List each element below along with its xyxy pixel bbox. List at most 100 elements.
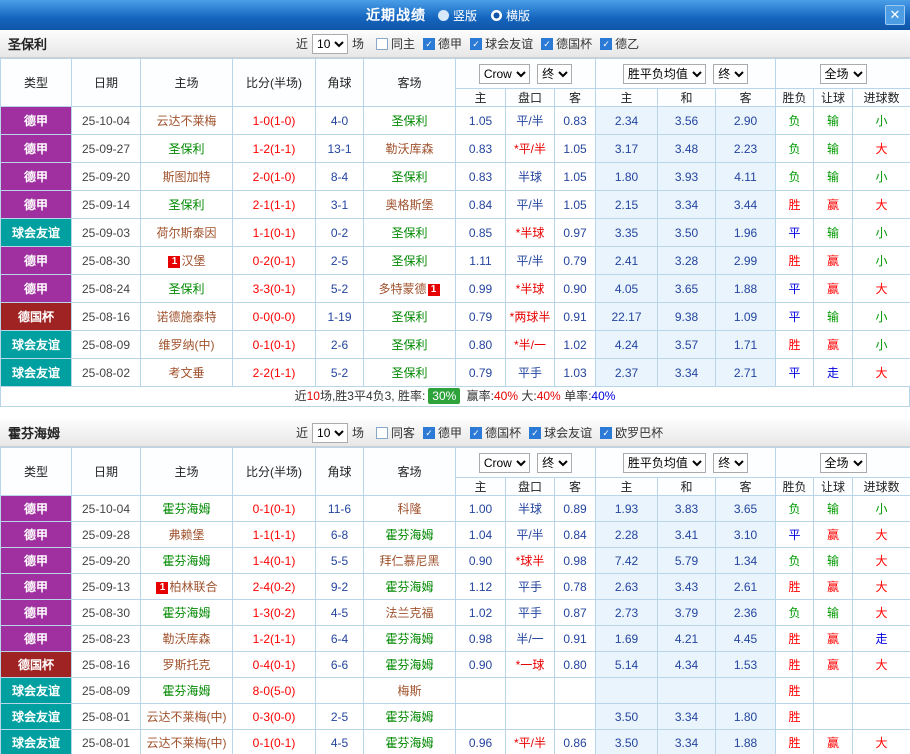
team-link[interactable]: 罗斯托克 bbox=[162, 658, 210, 672]
window-title: 近期战绩 bbox=[365, 7, 426, 23]
odds-source-select[interactable]: Crow bbox=[478, 452, 530, 473]
cover-cell: 输 bbox=[813, 218, 854, 247]
league-cell: 德甲 bbox=[0, 625, 72, 652]
match-count-select[interactable]: 10 bbox=[312, 422, 349, 443]
score-cell: 1-0(1-0) bbox=[232, 106, 316, 135]
final-odds-select[interactable]: 终 bbox=[537, 452, 573, 473]
avg-draw-cell: 4.34 bbox=[657, 651, 716, 678]
final-odds-select[interactable]: 终 bbox=[537, 63, 573, 84]
team-link[interactable]: 霍芬海姆 bbox=[162, 606, 210, 620]
checkbox-icon[interactable]: ✓ bbox=[423, 37, 436, 50]
close-icon[interactable]: ✕ bbox=[885, 5, 905, 25]
checkbox-icon[interactable] bbox=[376, 37, 389, 50]
team-link[interactable]: 维罗纳(中) bbox=[159, 338, 215, 352]
checkbox-icon[interactable]: ✓ bbox=[470, 37, 483, 50]
radio-icon[interactable] bbox=[437, 9, 449, 21]
final-avg-select[interactable]: 终 bbox=[713, 452, 749, 473]
team-link[interactable]: 霍芬海姆 bbox=[385, 528, 433, 542]
team-link[interactable]: 圣保利 bbox=[391, 254, 427, 268]
filter-checkbox[interactable]: ✓ 欧罗巴杯 bbox=[600, 424, 663, 441]
team-link[interactable]: 圣保利 bbox=[391, 226, 427, 240]
avg-draw-cell: 3.41 bbox=[657, 521, 716, 548]
filter-checkbox[interactable]: 同主 bbox=[376, 35, 415, 52]
games-label: 场 bbox=[352, 426, 365, 440]
team-link[interactable]: 圣保利 bbox=[168, 198, 204, 212]
team-link[interactable]: 科隆 bbox=[397, 502, 421, 516]
away-team-cell: 圣保利 bbox=[363, 358, 456, 387]
team-link[interactable]: 荷尔斯泰因 bbox=[156, 226, 216, 240]
filter-checkbox[interactable]: ✓ 球会友谊 bbox=[470, 35, 533, 52]
team-link[interactable]: 圣保利 bbox=[391, 310, 427, 324]
scope-select[interactable]: 全场 bbox=[819, 63, 867, 84]
handicap-cell: *球半 bbox=[505, 547, 555, 574]
team-link[interactable]: 汉堡 bbox=[181, 254, 205, 268]
team-link[interactable]: 诺德施泰特 bbox=[156, 310, 216, 324]
team-link[interactable]: 霍芬海姆 bbox=[162, 684, 210, 698]
team-link[interactable]: 圣保利 bbox=[391, 170, 427, 184]
final-avg-select[interactable]: 终 bbox=[713, 63, 749, 84]
filter-checkbox[interactable]: ✓ 德甲 bbox=[423, 424, 462, 441]
avg-odds-select[interactable]: 胜平负均值 bbox=[622, 452, 706, 473]
team-link[interactable]: 圣保利 bbox=[168, 282, 204, 296]
col-subheader: 盘口 bbox=[505, 88, 555, 107]
col-subheader: 进球数 bbox=[852, 88, 910, 107]
league-cell: 德甲 bbox=[0, 190, 72, 219]
team-link[interactable]: 勒沃库森 bbox=[162, 632, 210, 646]
filter-checkbox[interactable]: 同客 bbox=[376, 424, 415, 441]
match-table: 类型 日期 主场 比分(半场) 角球 客场 Crow 终 胜平负均值 终 全场 … bbox=[0, 58, 910, 387]
team-link[interactable]: 霍芬海姆 bbox=[162, 502, 210, 516]
odds-away-cell: 0.89 bbox=[554, 495, 596, 522]
avg-home-cell: 5.14 bbox=[595, 651, 658, 678]
checkbox-icon[interactable]: ✓ bbox=[529, 426, 542, 439]
date-cell: 25-09-03 bbox=[71, 218, 141, 247]
team-link[interactable]: 圣保利 bbox=[391, 338, 427, 352]
checkbox-icon[interactable]: ✓ bbox=[541, 37, 554, 50]
away-team-cell: 圣保利 bbox=[363, 330, 456, 359]
team-link[interactable]: 圣保利 bbox=[391, 114, 427, 128]
team-link[interactable]: 霍芬海姆 bbox=[385, 736, 433, 750]
odds-home-cell: 1.02 bbox=[455, 599, 506, 626]
match-row: 德甲 25-09-20 斯图加特 2-0(1-0) 8-4 圣保利 0.83 半球 1.05 1.… bbox=[0, 162, 910, 191]
checkbox-icon[interactable]: ✓ bbox=[423, 426, 436, 439]
checkbox-icon[interactable]: ✓ bbox=[600, 426, 613, 439]
team-link[interactable]: 考文垂 bbox=[168, 366, 204, 380]
team-link[interactable]: 奥格斯堡 bbox=[385, 198, 433, 212]
match-row: 德国杯 25-08-16 诺德施泰特 0-0(0-0) 1-19 圣保利 0.79 *两球半 0… bbox=[0, 302, 910, 331]
team-link[interactable]: 霍芬海姆 bbox=[385, 658, 433, 672]
team-link[interactable]: 云达不莱梅 bbox=[156, 114, 216, 128]
goals-cell: 大 bbox=[852, 358, 910, 387]
checkbox-icon[interactable]: ✓ bbox=[470, 426, 483, 439]
filter-checkbox[interactable]: ✓ 德国杯 bbox=[541, 35, 592, 52]
filter-checkbox[interactable]: ✓ 德国杯 bbox=[470, 424, 521, 441]
team-link[interactable]: 圣保利 bbox=[391, 366, 427, 380]
team-link[interactable]: 梅斯 bbox=[397, 684, 421, 698]
team-link[interactable]: 霍芬海姆 bbox=[162, 554, 210, 568]
odds-source-select[interactable]: Crow bbox=[478, 63, 530, 84]
filter-checkbox[interactable]: ✓ 德甲 bbox=[423, 35, 462, 52]
filter-checkbox[interactable]: ✓ 球会友谊 bbox=[529, 424, 592, 441]
team-link[interactable]: 霍芬海姆 bbox=[385, 632, 433, 646]
checkbox-icon[interactable]: ✓ bbox=[600, 37, 613, 50]
team-link[interactable]: 霍芬海姆 bbox=[385, 580, 433, 594]
layout-radio-vertical[interactable]: 竖版 bbox=[437, 7, 477, 24]
checkbox-icon[interactable] bbox=[376, 426, 389, 439]
match-count-select[interactable]: 10 bbox=[312, 33, 349, 54]
team-link[interactable]: 弗赖堡 bbox=[168, 528, 204, 542]
avg-home-cell: 2.28 bbox=[595, 521, 658, 548]
team-link[interactable]: 法兰克福 bbox=[385, 606, 433, 620]
team-link[interactable]: 霍芬海姆 bbox=[385, 710, 433, 724]
team-link[interactable]: 拜仁慕尼黑 bbox=[379, 554, 439, 568]
filter-checkbox[interactable]: ✓ 德乙 bbox=[600, 35, 639, 52]
team-link[interactable]: 柏林联合 bbox=[169, 580, 217, 594]
layout-radio-horizontal[interactable]: 横版 bbox=[491, 7, 530, 24]
team-link[interactable]: 云达不莱梅(中) bbox=[147, 710, 227, 724]
team-link[interactable]: 斯图加特 bbox=[162, 170, 210, 184]
radio-icon[interactable] bbox=[491, 9, 502, 21]
team-link[interactable]: 多特蒙德 bbox=[378, 282, 426, 296]
col-subheader: 和 bbox=[657, 477, 716, 496]
team-link[interactable]: 云达不莱梅(中) bbox=[147, 736, 227, 750]
team-link[interactable]: 圣保利 bbox=[168, 142, 204, 156]
scope-select[interactable]: 全场 bbox=[819, 452, 867, 473]
team-link[interactable]: 勒沃库森 bbox=[385, 142, 433, 156]
avg-odds-select[interactable]: 胜平负均值 bbox=[622, 63, 706, 84]
